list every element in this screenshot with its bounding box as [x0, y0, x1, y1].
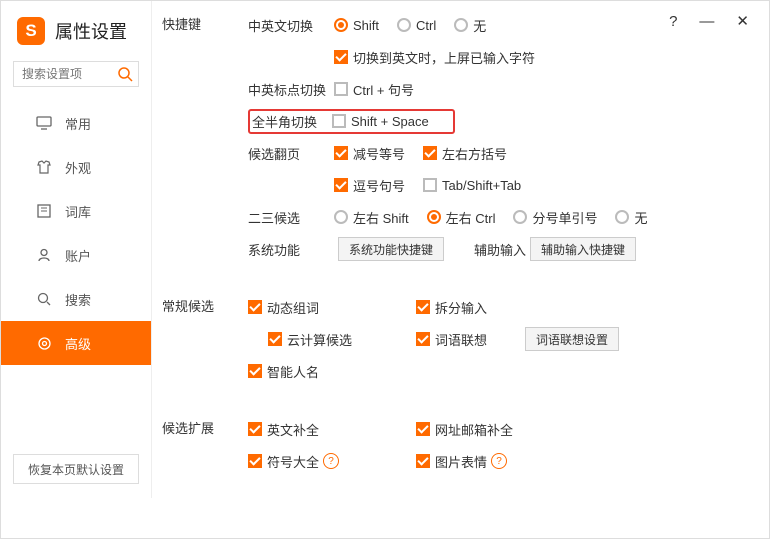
radio-lr-ctrl[interactable]: 左右 Ctrl [427, 208, 496, 227]
check-split-input[interactable]: 拆分输入 [416, 298, 487, 317]
user-icon [35, 248, 53, 262]
content-panel: 快捷键 中英文切换 Shift Ctrl 无 切换到英文时，上屏已输入字符 中英… [152, 1, 769, 498]
search-icon[interactable] [117, 66, 133, 82]
check-commit-on-switch[interactable]: 切换到英文时，上屏已输入字符 [334, 48, 535, 67]
sidebar-item-appearance[interactable]: 外观 [1, 145, 151, 189]
check-association[interactable]: 词语联想 [416, 330, 487, 349]
sidebar-item-lexicon[interactable]: 词库 [1, 189, 151, 233]
shirt-icon [35, 160, 53, 174]
check-cloud[interactable]: 云计算候选 [268, 330, 398, 349]
app-header: S 属性设置 [1, 1, 151, 57]
close-icon[interactable]: ✕ [736, 12, 749, 30]
help-icon[interactable]: ? [323, 453, 339, 469]
check-shift-space[interactable]: Shift + Space [332, 114, 429, 129]
app-title: 属性设置 [55, 18, 127, 44]
check-english-complete[interactable]: 英文补全 [248, 420, 398, 439]
radio-shift[interactable]: Shift [334, 18, 379, 33]
radio-none2[interactable]: 无 [615, 208, 647, 227]
section-title-hotkey: 快捷键 [162, 11, 248, 267]
highlight-full-half: 全半角切换 Shift + Space [248, 109, 455, 134]
magnifier-icon [35, 292, 53, 306]
sidebar-item-general[interactable]: 常用 [1, 101, 151, 145]
app-logo-icon: S [17, 17, 45, 45]
sidebar-nav: 常用 外观 词库 账户 搜索 高级 [1, 101, 151, 454]
section-title-extend: 候选扩展 [162, 415, 248, 479]
check-brackets[interactable]: 左右方括号 [423, 144, 507, 163]
label-page-turn: 候选翻页 [248, 144, 334, 163]
gear-icon [35, 336, 53, 351]
sidebar-item-search[interactable]: 搜索 [1, 277, 151, 321]
check-ctrl-period[interactable]: Ctrl + 句号 [334, 80, 414, 99]
restore-defaults-button[interactable]: 恢复本页默认设置 [13, 454, 139, 484]
section-title-candidate: 常规候选 [162, 293, 248, 389]
radio-ctrl[interactable]: Ctrl [397, 18, 436, 33]
section-candidate: 常规候选 动态组词 拆分输入 云计算候选 词语联想 词语联想设置 智能人名 [162, 293, 759, 389]
label-sys-func: 系统功能 [248, 240, 334, 259]
help-icon[interactable]: ? [491, 453, 507, 469]
sidebar-item-advanced[interactable]: 高级 [1, 321, 151, 365]
label-punct-switch: 中英标点切换 [248, 80, 334, 99]
sys-hotkey-button[interactable]: 系统功能快捷键 [338, 237, 444, 261]
association-settings-button[interactable]: 词语联想设置 [525, 327, 619, 351]
check-dynamic-word[interactable]: 动态组词 [248, 298, 398, 317]
sidebar-item-account[interactable]: 账户 [1, 233, 151, 277]
radio-lr-shift[interactable]: 左右 Shift [334, 208, 409, 227]
check-smart-name[interactable]: 智能人名 [248, 362, 319, 381]
help-icon[interactable]: ? [669, 13, 677, 30]
label-cand23: 二三候选 [248, 208, 334, 227]
radio-none[interactable]: 无 [454, 16, 486, 35]
aux-hotkey-button[interactable]: 辅助输入快捷键 [530, 237, 636, 261]
check-minus-equal[interactable]: 减号等号 [334, 144, 405, 163]
window-controls: ? — ✕ [669, 1, 769, 41]
check-symbols[interactable]: 符号大全? [248, 452, 398, 471]
check-url-email[interactable]: 网址邮箱补全 [416, 420, 513, 439]
label-cn-en-switch: 中英文切换 [248, 16, 334, 35]
settings-window: { "title": "属性设置", "search": {"placehold… [0, 0, 770, 539]
lexicon-icon [35, 204, 53, 218]
check-image-emoji[interactable]: 图片表情? [416, 452, 507, 471]
label-full-half: 全半角切换 [250, 112, 332, 131]
section-hotkey: 快捷键 中英文切换 Shift Ctrl 无 切换到英文时，上屏已输入字符 中英… [162, 11, 759, 267]
radio-semicolon[interactable]: 分号单引号 [513, 208, 597, 227]
check-tab[interactable]: Tab/Shift+Tab [423, 178, 521, 193]
sidebar: S 属性设置 常用 外观 词库 账户 搜索 高级 恢复本页默认设置 [1, 1, 152, 498]
monitor-icon [35, 116, 53, 130]
label-aux-input: 辅助输入 [474, 240, 526, 259]
section-extend: 候选扩展 英文补全 网址邮箱补全 符号大全? 图片表情? [162, 415, 759, 479]
minimize-icon[interactable]: — [699, 13, 714, 30]
check-comma-period[interactable]: 逗号句号 [334, 176, 405, 195]
